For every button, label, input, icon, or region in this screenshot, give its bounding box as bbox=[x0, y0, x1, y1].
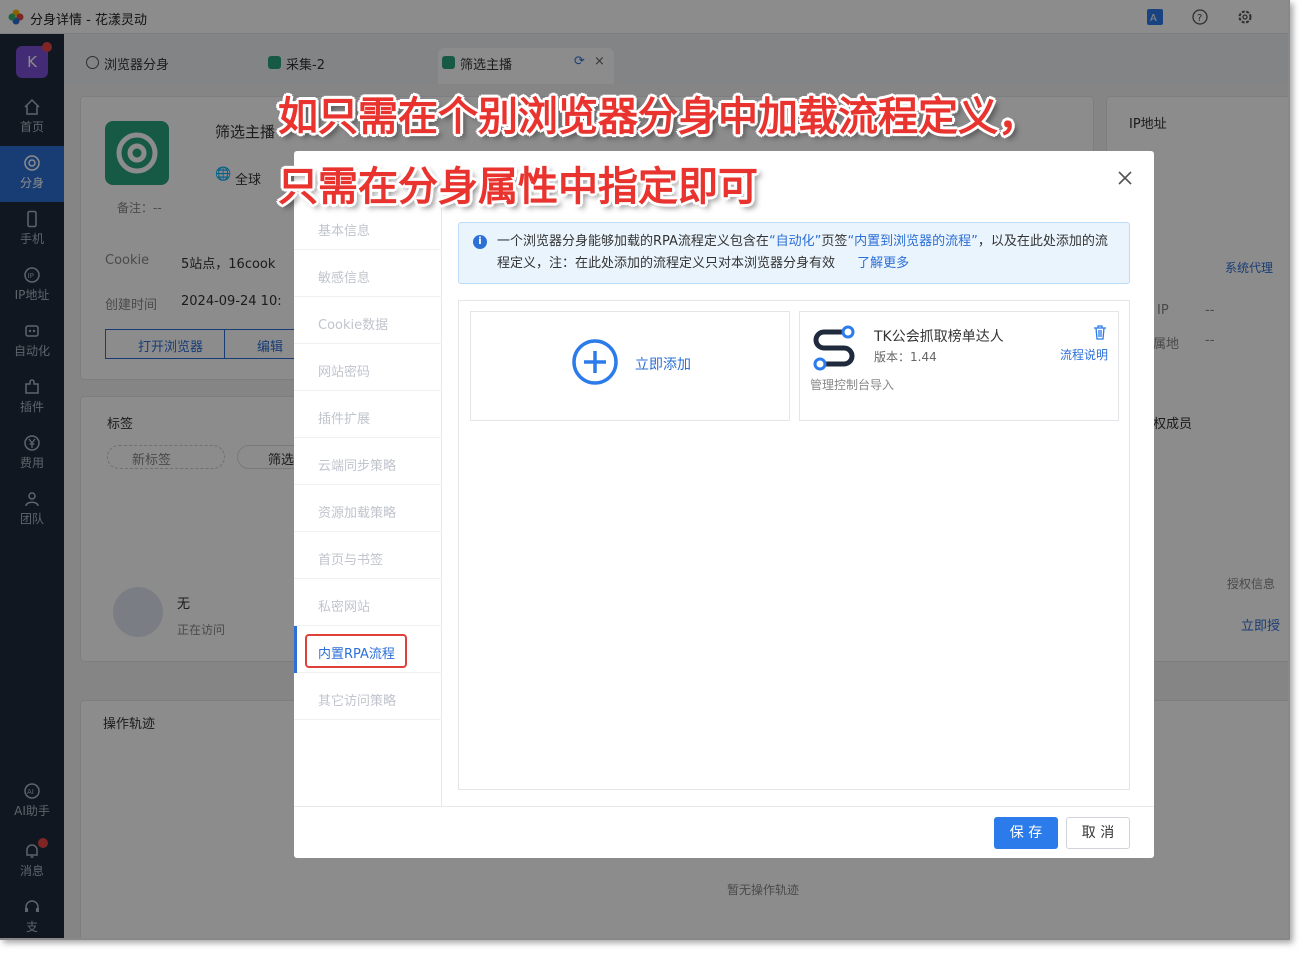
close-icon[interactable] bbox=[1116, 169, 1134, 187]
info-icon: i bbox=[473, 235, 487, 249]
flow-source: 管理控制台导入 bbox=[810, 378, 895, 392]
cancel-button[interactable]: 取 消 bbox=[1066, 817, 1130, 849]
app-window: 分身详情 - 花漾灵动 A ? K 首页 分身 手机 IP IP地址 自动化 插… bbox=[0, 0, 1290, 940]
info-text: 一个浏览器分身能够加载的RPA流程定义包含在 bbox=[497, 234, 769, 249]
menu-item-resource-loading[interactable]: 资源加载策略 bbox=[294, 485, 442, 532]
highlight-box bbox=[305, 634, 407, 668]
menu-item-homepage-bookmarks[interactable]: 首页与书签 bbox=[294, 532, 442, 579]
menu-item-label: 私密网站 bbox=[318, 600, 371, 615]
menu-item-label: Cookie数据 bbox=[318, 318, 389, 333]
menu-item-label: 插件扩展 bbox=[318, 412, 371, 427]
flow-description-link[interactable]: 流程说明 bbox=[1060, 346, 1108, 363]
menu-item-other-access[interactable]: 其它访问策略 bbox=[294, 673, 442, 720]
save-button[interactable]: 保 存 bbox=[994, 817, 1058, 849]
active-indicator bbox=[294, 626, 297, 673]
menu-item-builtin-rpa[interactable]: 内置RPA流程 bbox=[294, 626, 442, 673]
profile-properties-dialog: 基本信息 敏感信息 Cookie数据 网站密码 插件扩展 云端同步策略 资源加载… bbox=[294, 151, 1154, 858]
menu-item-sensitive-info[interactable]: 敏感信息 bbox=[294, 250, 442, 297]
add-flow-label: 立即添加 bbox=[635, 357, 691, 373]
annotation-caption-1: 如只需在个别浏览器分身中加载流程定义， bbox=[278, 94, 1038, 140]
info-text: 页签 bbox=[821, 234, 848, 249]
info-banner: i 一个浏览器分身能够加载的RPA流程定义包含在“自动化”页签“内置到浏览器的流… bbox=[458, 222, 1130, 284]
menu-item-label: 基本信息 bbox=[318, 224, 371, 239]
menu-item-site-passwords[interactable]: 网站密码 bbox=[294, 344, 442, 391]
builtin-flows-link[interactable]: “内置到浏览器的流程” bbox=[847, 234, 977, 249]
trash-icon[interactable] bbox=[1092, 324, 1108, 340]
menu-item-label: 云端同步策略 bbox=[318, 459, 397, 474]
plus-circle-icon bbox=[572, 339, 618, 385]
menu-item-cookie-data[interactable]: Cookie数据 bbox=[294, 297, 442, 344]
menu-item-label: 资源加载策略 bbox=[318, 506, 397, 521]
automation-link[interactable]: “自动化” bbox=[769, 234, 821, 249]
menu-item-label: 网站密码 bbox=[318, 365, 371, 380]
menu-item-label: 其它访问策略 bbox=[318, 694, 397, 709]
menu-item-private-sites[interactable]: 私密网站 bbox=[294, 579, 442, 626]
flow-version: 版本：1.44 bbox=[874, 350, 937, 364]
menu-item-label: 敏感信息 bbox=[318, 271, 371, 286]
menu-item-label: 首页与书签 bbox=[318, 553, 384, 568]
add-flow-button[interactable]: 立即添加 bbox=[470, 311, 790, 421]
dialog-footer: 保 存 取 消 bbox=[294, 806, 1154, 858]
annotation-caption-2: 只需在分身属性中指定即可 bbox=[278, 164, 758, 210]
menu-item-cloud-sync[interactable]: 云端同步策略 bbox=[294, 438, 442, 485]
flow-name: TK公会抓取榜单达人 bbox=[874, 329, 1004, 345]
flow-list: 立即添加 TK公会抓取榜单达人 版本：1.44 管理控制台导入 流程说明 bbox=[458, 300, 1130, 790]
menu-item-extensions[interactable]: 插件扩展 bbox=[294, 391, 442, 438]
learn-more-link[interactable]: 了解更多 bbox=[857, 256, 909, 271]
dialog-menu: 基本信息 敏感信息 Cookie数据 网站密码 插件扩展 云端同步策略 资源加载… bbox=[294, 203, 442, 806]
flow-card[interactable]: TK公会抓取榜单达人 版本：1.44 管理控制台导入 流程说明 bbox=[799, 311, 1119, 421]
flow-icon bbox=[813, 325, 855, 371]
